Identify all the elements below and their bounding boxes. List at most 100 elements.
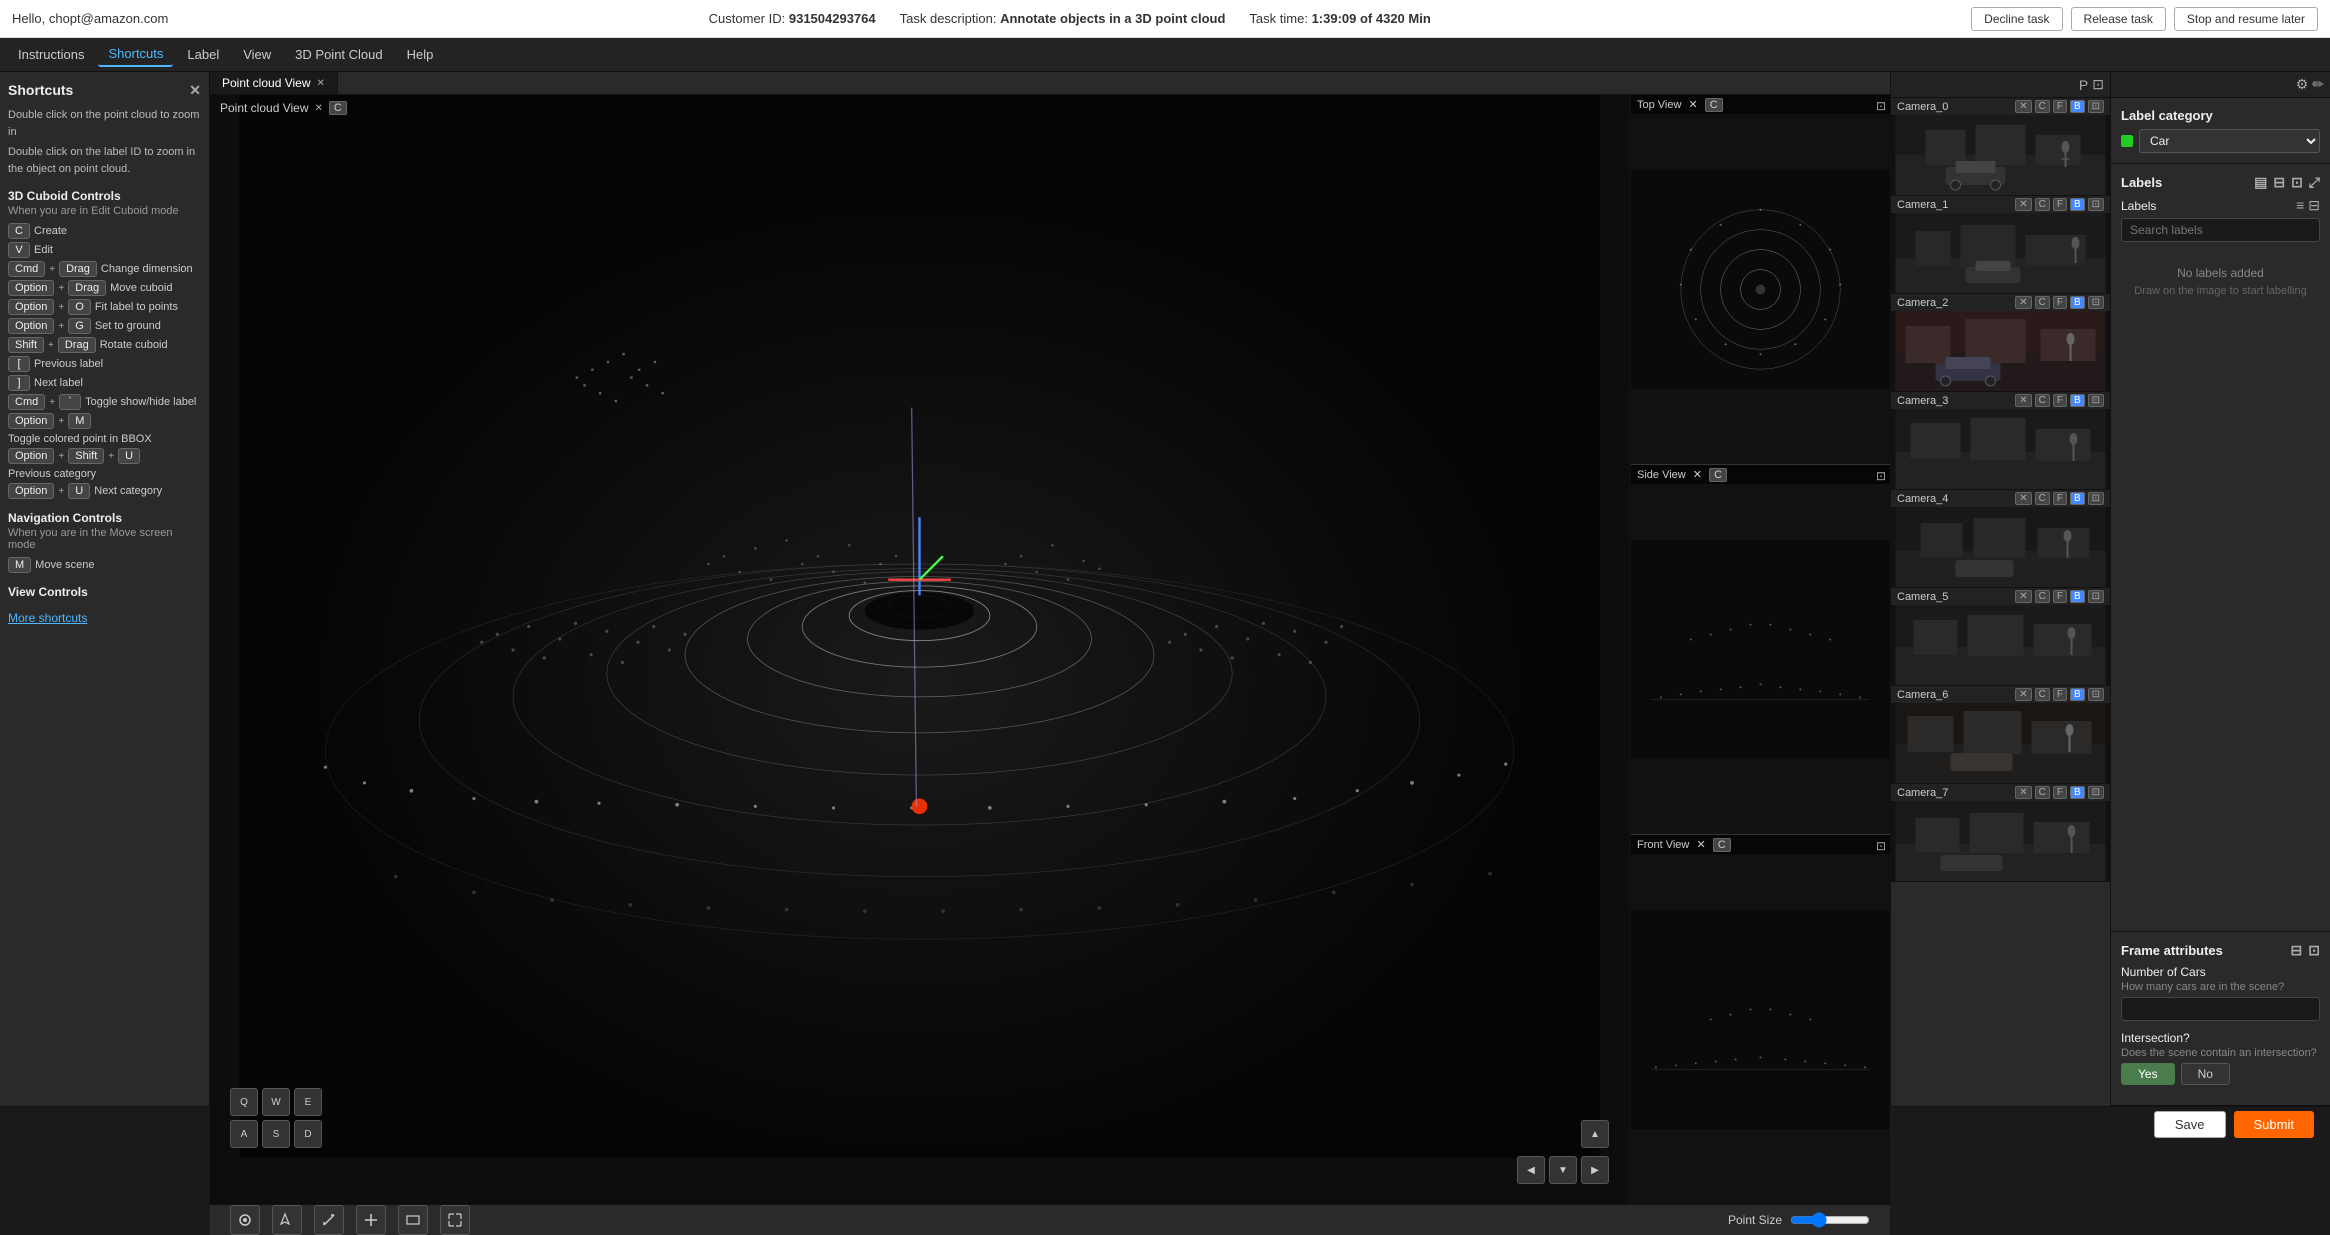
menu-view[interactable]: View — [233, 43, 281, 66]
d-key[interactable]: D — [294, 1120, 322, 1148]
cam3-f[interactable]: F — [2053, 394, 2067, 407]
cam0-close[interactable]: ✕ — [2015, 100, 2031, 113]
cam7-expand[interactable]: ⊡ — [2088, 786, 2104, 799]
cam5-close[interactable]: ✕ — [2015, 590, 2031, 603]
cam5-expand[interactable]: ⊡ — [2088, 590, 2104, 603]
cam3-c[interactable]: C — [2035, 394, 2050, 407]
labels-fullscreen-icon[interactable]: ⤢ — [2309, 174, 2320, 191]
cam0-f[interactable]: F — [2053, 100, 2067, 113]
cam7-c[interactable]: C — [2035, 786, 2050, 799]
labels-sub-sort[interactable]: ≡ — [2296, 197, 2304, 214]
cam7-f[interactable]: F — [2053, 786, 2067, 799]
cam4-expand[interactable]: ⊡ — [2088, 492, 2104, 505]
tool-fullscreen-button[interactable] — [440, 1205, 470, 1235]
no-button[interactable]: No — [2181, 1063, 2230, 1085]
menu-label[interactable]: Label — [177, 43, 229, 66]
cam6-close[interactable]: ✕ — [2015, 688, 2031, 701]
nav-up-button[interactable]: ▲ — [1581, 1120, 1609, 1148]
cam1-c[interactable]: C — [2035, 198, 2050, 211]
cameras-panel-expand[interactable]: ⊡ — [2092, 76, 2104, 93]
s-key[interactable]: S — [262, 1120, 290, 1148]
cam1-expand[interactable]: ⊡ — [2088, 198, 2104, 211]
labels-sort-icon[interactable]: ⊟ — [2273, 174, 2285, 191]
tool-move-button[interactable] — [356, 1205, 386, 1235]
tab-close-icon[interactable]: ✕ — [317, 78, 325, 89]
release-task-button[interactable]: Release task — [2071, 7, 2166, 31]
nav-left-button[interactable]: ◀ — [1517, 1156, 1545, 1184]
cam1-f[interactable]: F — [2053, 198, 2067, 211]
labels-filter-icon[interactable]: ▤ — [2254, 174, 2267, 191]
cam5-f[interactable]: F — [2053, 590, 2067, 603]
cam4-b[interactable]: B — [2070, 492, 2085, 505]
main-view-close[interactable]: ✕ — [315, 103, 323, 114]
e-key[interactable]: E — [294, 1088, 322, 1116]
save-button[interactable]: Save — [2154, 1111, 2226, 1138]
point-size-slider[interactable] — [1790, 1212, 1870, 1228]
labels-expand-icon[interactable]: ⊡ — [2291, 174, 2303, 191]
labels-subsection: Labels ≡ ⊟ No labels added Draw on the i… — [2121, 197, 2320, 301]
stop-resume-button[interactable]: Stop and resume later — [2174, 7, 2318, 31]
top-view-close[interactable]: ✕ — [1689, 99, 1698, 111]
cam4-c[interactable]: C — [2035, 492, 2050, 505]
side-view-svg — [1631, 465, 1890, 834]
search-labels-input[interactable] — [2121, 218, 2320, 242]
cam6-expand[interactable]: ⊡ — [2088, 688, 2104, 701]
cam1-b[interactable]: B — [2070, 198, 2085, 211]
frame-attr-minimize-icon[interactable]: ⊟ — [2291, 942, 2303, 959]
w-key[interactable]: W — [262, 1088, 290, 1116]
cam2-c[interactable]: C — [2035, 296, 2050, 309]
cam6-c[interactable]: C — [2035, 688, 2050, 701]
yes-button[interactable]: Yes — [2121, 1063, 2175, 1085]
frame-attr-expand-icon[interactable]: ⊡ — [2308, 942, 2320, 959]
cam5-c[interactable]: C — [2035, 590, 2050, 603]
cam6-b[interactable]: B — [2070, 688, 2085, 701]
nav-down-button[interactable]: ▼ — [1549, 1156, 1577, 1184]
cam7-b[interactable]: B — [2070, 786, 2085, 799]
tool-bbox-button[interactable] — [398, 1205, 428, 1235]
front-view-maximize[interactable]: ⊡ — [1876, 839, 1886, 853]
menu-instructions[interactable]: Instructions — [8, 43, 94, 66]
main-point-cloud-view[interactable]: Point cloud View ✕ C — [210, 95, 1630, 1204]
cam0-expand[interactable]: ⊡ — [2088, 100, 2104, 113]
labels-sub-filter[interactable]: ⊟ — [2308, 197, 2320, 214]
cam0-c[interactable]: C — [2035, 100, 2050, 113]
shortcuts-close-button[interactable]: ✕ — [189, 82, 201, 99]
cam4-f[interactable]: F — [2053, 492, 2067, 505]
cam2-expand[interactable]: ⊡ — [2088, 296, 2104, 309]
cam3-expand[interactable]: ⊡ — [2088, 394, 2104, 407]
tool-draw-button[interactable] — [272, 1205, 302, 1235]
cam2-close[interactable]: ✕ — [2015, 296, 2031, 309]
side-view-close[interactable]: ✕ — [1693, 469, 1702, 481]
a-key[interactable]: A — [230, 1120, 258, 1148]
cam3-close[interactable]: ✕ — [2015, 394, 2031, 407]
submit-button[interactable]: Submit — [2234, 1111, 2314, 1138]
menu-3d-point-cloud[interactable]: 3D Point Cloud — [285, 43, 392, 66]
cam4-close[interactable]: ✕ — [2015, 492, 2031, 505]
point-cloud-view-tab[interactable]: Point cloud View ✕ — [210, 72, 338, 94]
front-view-close[interactable]: ✕ — [1696, 839, 1705, 851]
top-view-maximize[interactable]: ⊡ — [1876, 99, 1886, 113]
label-panel-settings-icon[interactable]: ⚙ — [2296, 76, 2309, 93]
num-cars-input[interactable] — [2121, 997, 2320, 1021]
menu-help[interactable]: Help — [397, 43, 444, 66]
q-key[interactable]: Q — [230, 1088, 258, 1116]
cam0-b[interactable]: B — [2070, 100, 2085, 113]
cam1-close[interactable]: ✕ — [2015, 198, 2031, 211]
label-category-select[interactable]: Car Pedestrian Bicycle — [2139, 129, 2320, 153]
tool-select-button[interactable] — [230, 1205, 260, 1235]
decline-task-button[interactable]: Decline task — [1971, 7, 2062, 31]
menu-shortcuts[interactable]: Shortcuts — [98, 42, 173, 67]
camera-3-thumb — [1891, 409, 2110, 489]
nav-right-button[interactable]: ▶ — [1581, 1156, 1609, 1184]
label-panel-edit-icon[interactable]: ✏ — [2312, 76, 2324, 93]
cam3-b[interactable]: B — [2070, 394, 2085, 407]
cam2-f[interactable]: F — [2053, 296, 2067, 309]
cameras-panel-icon1[interactable]: P — [2079, 77, 2088, 93]
cam5-b[interactable]: B — [2070, 590, 2085, 603]
cam2-b[interactable]: B — [2070, 296, 2085, 309]
tool-pencil-button[interactable] — [314, 1205, 344, 1235]
side-view-maximize[interactable]: ⊡ — [1876, 469, 1886, 483]
cam7-close[interactable]: ✕ — [2015, 786, 2031, 799]
cam6-f[interactable]: F — [2053, 688, 2067, 701]
more-shortcuts-link[interactable]: More shortcuts — [8, 611, 201, 625]
